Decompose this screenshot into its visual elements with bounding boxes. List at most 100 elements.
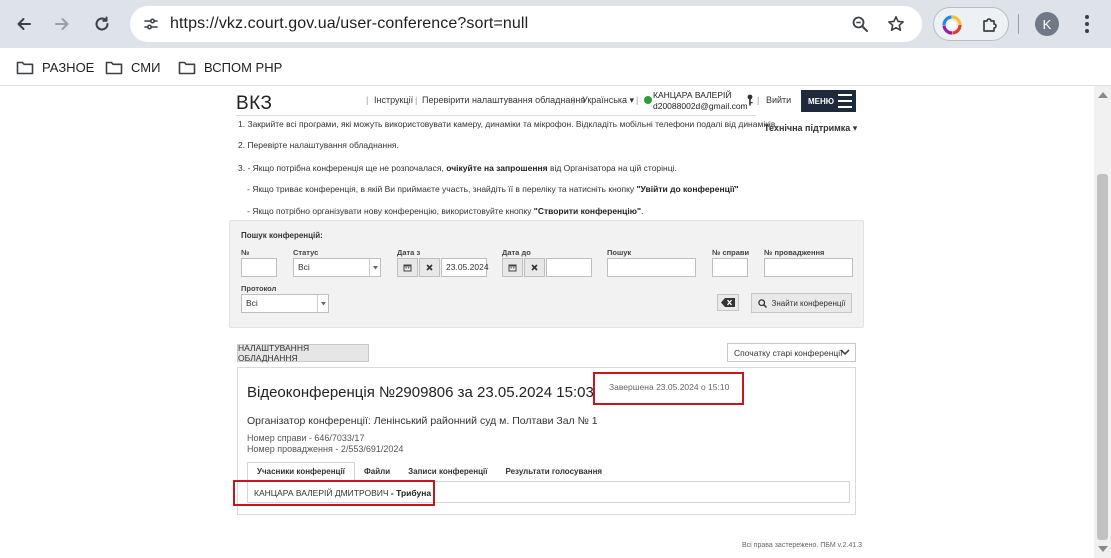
- bookmark-label: РАЗНОЕ: [42, 59, 95, 75]
- number-input[interactable]: [241, 258, 277, 277]
- tab-voting-results[interactable]: Результати голосування: [496, 462, 611, 481]
- number-label: №: [241, 248, 250, 257]
- logout-link[interactable]: Вийти: [766, 95, 791, 105]
- url-text[interactable]: https://vkz.court.gov.ua/user-conference…: [170, 15, 528, 33]
- proceeding-number: Номер провадження - 2/553/691/2024: [247, 444, 404, 454]
- status-highlight-box: [593, 372, 744, 405]
- language-dropdown[interactable]: Українська ▾: [582, 95, 634, 106]
- online-status-icon: [644, 96, 652, 104]
- nav-separator: |: [572, 95, 575, 105]
- instruction-text: - Якщо потрібно організувати нову конфер…: [247, 206, 534, 216]
- close-icon: [426, 264, 433, 271]
- arrow-right-icon: [55, 18, 69, 30]
- backspace-icon: [721, 298, 735, 307]
- bookmark-folder-raznoe[interactable]: РАЗНОЕ: [16, 57, 94, 77]
- instruction-emphasis: очікуйте на запрошення: [446, 163, 548, 173]
- instruction-text: від Організатора на цій сторінці.: [547, 163, 677, 173]
- reload-button[interactable]: [88, 10, 116, 38]
- instruction-emphasis: "Створити конференцію": [533, 206, 642, 216]
- browser-menu-button[interactable]: [1077, 12, 1097, 36]
- scrollbar-thumb[interactable]: [1097, 174, 1108, 540]
- folder-icon: [178, 61, 196, 74]
- profile-avatar[interactable]: K: [1035, 12, 1059, 36]
- sort-order-select[interactable]: Спочатку старі конференції: [727, 343, 856, 362]
- nav-instructions-link[interactable]: Інструкції: [374, 95, 413, 105]
- forward-button[interactable]: [48, 10, 76, 38]
- toolbar-divider: [1018, 14, 1019, 34]
- date-to-calendar-button[interactable]: [502, 258, 523, 277]
- sort-order-value: Спочатку старі конференції: [734, 348, 843, 358]
- hamburger-icon: [838, 94, 852, 108]
- browser-toolbar: https://vkz.court.gov.ua/user-conference…: [0, 0, 1111, 48]
- instruction-emphasis: "Увійти до конференції": [636, 184, 739, 194]
- proceeding-number-label: № провадження: [764, 248, 825, 257]
- caret-down-icon: [317, 295, 328, 312]
- page-viewport: ВКЗ | Інструкції | Перевірити налаштуван…: [0, 86, 1094, 558]
- date-from-clear-button[interactable]: [419, 258, 440, 277]
- extensions-menu-button[interactable]: [977, 12, 1003, 38]
- conference-title: Відеоконференція №2909806 за 23.05.2024 …: [247, 384, 594, 401]
- reload-icon: [95, 16, 109, 31]
- status-value: Всі: [298, 262, 310, 272]
- calendar-icon: [403, 264, 412, 272]
- menu-button[interactable]: МЕНЮ: [801, 90, 856, 112]
- date-to-label: Дата до: [502, 248, 531, 257]
- protocol-select[interactable]: Всі: [241, 294, 329, 313]
- find-conferences-button[interactable]: Знайти конференції: [751, 293, 852, 313]
- caret-down-icon: [369, 259, 380, 276]
- date-from-input[interactable]: 23.05.2024: [441, 258, 489, 277]
- case-number-label: № справи: [712, 248, 750, 257]
- page-footer: Всі права застережено. ПБМ v.2.41.3: [742, 542, 863, 549]
- bookmark-star-button[interactable]: [883, 11, 909, 37]
- tech-support-dropdown[interactable]: Технічна підтримка ▾: [764, 123, 857, 134]
- instruction-text: - Якщо триває конференція, в якій Ви при…: [247, 184, 637, 194]
- magnifier-icon: [852, 16, 868, 32]
- protocol-value: Всі: [246, 298, 258, 308]
- search-input[interactable]: [607, 258, 696, 277]
- equipment-settings-button[interactable]: НАЛАШТУВАННЯ ОБЛАДНАННЯ: [237, 343, 369, 363]
- key-icon[interactable]: [746, 94, 754, 106]
- instruction-line-3: 3. - Якщо потрібна конференція ще не роз…: [238, 163, 677, 173]
- instruction-text: 3. - Якщо потрібна конференція ще не роз…: [238, 163, 447, 173]
- user-email: d20088002d@gmail.com: [653, 101, 748, 111]
- folder-icon: [16, 61, 34, 74]
- site-logo[interactable]: ВКЗ: [236, 93, 273, 115]
- user-name[interactable]: КАНЦАРА ВАЛЕРІЙ: [653, 90, 731, 100]
- conference-organizer: Організатор конференції: Ленінський райо…: [247, 415, 598, 427]
- instruction-text: .: [641, 206, 644, 216]
- bookmarks-bar: РАЗНОЕ СМИ ВСПОМ РНР: [0, 48, 1111, 86]
- nav-separator: |: [415, 95, 418, 105]
- site-info-button[interactable]: [138, 11, 164, 37]
- scroll-down-icon[interactable]: [1098, 546, 1108, 552]
- bookmark-folder-smi[interactable]: СМИ: [105, 57, 160, 77]
- extension-button[interactable]: [939, 12, 965, 38]
- instruction-line-1: 1. Закрийте всі програми, які можуть вик…: [238, 119, 778, 129]
- clear-filters-button[interactable]: [717, 294, 739, 311]
- bookmark-folder-vspom[interactable]: ВСПОМ РНР: [178, 57, 282, 77]
- conference-tabs: Учасники конференції Файли Записи конфер…: [247, 462, 611, 481]
- star-icon: [888, 16, 904, 31]
- calendar-icon: [508, 264, 517, 272]
- back-button[interactable]: [10, 10, 38, 38]
- address-bar[interactable]: https://vkz.court.gov.ua/user-conference…: [130, 6, 922, 42]
- protocol-label: Протокол: [241, 284, 277, 293]
- case-number-input[interactable]: [712, 258, 748, 277]
- date-to-input[interactable]: [546, 258, 592, 277]
- date-to-clear-button[interactable]: [524, 258, 545, 277]
- find-conferences-label: Знайти конференції: [771, 298, 846, 308]
- page-scrollbar[interactable]: [1094, 86, 1111, 558]
- status-select[interactable]: Всі: [293, 258, 381, 277]
- nav-separator: |: [636, 95, 639, 105]
- date-from-calendar-button[interactable]: [397, 258, 418, 277]
- search-panel-title: Пошук конференцій:: [241, 231, 323, 240]
- proceeding-number-input[interactable]: [764, 258, 853, 277]
- tab-files[interactable]: Файли: [355, 462, 399, 481]
- folder-icon: [105, 61, 123, 74]
- tab-participants[interactable]: Учасники конференції: [247, 462, 355, 481]
- scroll-up-icon[interactable]: [1098, 92, 1108, 98]
- tab-recordings[interactable]: Записи конференції: [399, 462, 496, 481]
- nav-check-equipment-link[interactable]: Перевірити налаштування обладнання: [422, 95, 585, 105]
- header-divider: [236, 115, 756, 116]
- nav-separator: |: [366, 95, 369, 105]
- zoom-button[interactable]: [847, 11, 873, 37]
